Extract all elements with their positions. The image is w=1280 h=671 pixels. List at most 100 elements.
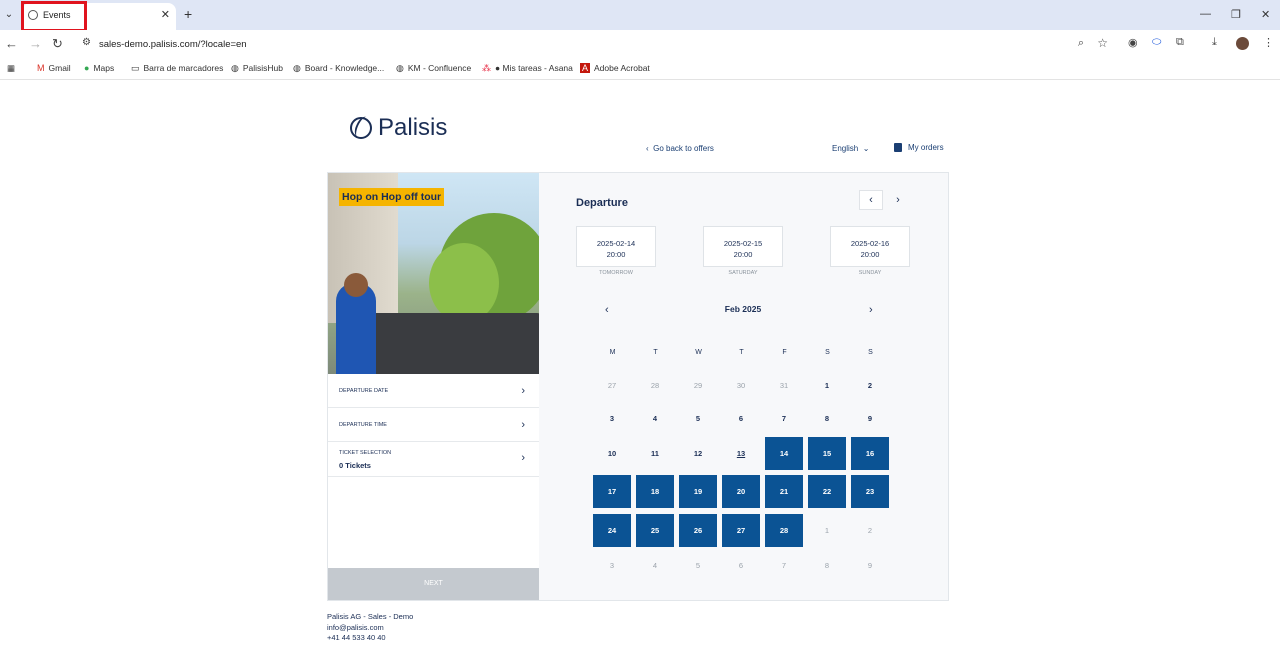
calendar-day-available[interactable]: 23	[851, 475, 889, 508]
departure-title: Departure	[576, 197, 628, 209]
calendar-day-available[interactable]: 28	[765, 514, 803, 547]
calendar-day: 13	[736, 449, 746, 458]
logo-text: Palisis	[378, 114, 448, 141]
menu-icon[interactable]: ⋮	[1263, 36, 1274, 49]
go-back-link[interactable]: ‹ Go back to offers	[646, 144, 714, 153]
palisis-icon: ◍	[293, 63, 301, 73]
calendar-day: 6	[738, 414, 744, 423]
calendar-day: 1	[824, 381, 830, 390]
calendar-day: 9	[867, 561, 873, 570]
calendar-day-available[interactable]: 24	[593, 514, 631, 547]
new-tab-button[interactable]: +	[184, 6, 192, 22]
quick-date-option[interactable]: 2025-02-16 20:00	[830, 226, 910, 267]
confluence-icon: ◍	[396, 63, 404, 73]
profile-avatar[interactable]	[1236, 37, 1249, 50]
month-title: Feb 2025	[724, 304, 762, 314]
bookmark-confluence[interactable]: ◍ KM - Confluence	[396, 63, 471, 74]
calendar-day: 8	[824, 414, 830, 423]
weekday-header: W	[695, 349, 702, 356]
back-button[interactable]: ←	[5, 36, 18, 51]
calendar-day-available[interactable]: 22	[808, 475, 846, 508]
quick-date-label: TOMORROW	[599, 270, 633, 276]
weekday-header: S	[868, 349, 873, 356]
calendar-day: 31	[779, 381, 789, 390]
language-select[interactable]: English ⌄	[832, 144, 869, 153]
extensions-puzzle-icon[interactable]: ⧉	[1176, 36, 1184, 49]
acrobat-icon: A	[580, 63, 591, 73]
calendar-day: 29	[693, 381, 703, 390]
calendar-day-available[interactable]: 19	[679, 475, 717, 508]
apps-icon[interactable]: ▦	[7, 63, 15, 74]
calendar-day-available[interactable]: 21	[765, 475, 803, 508]
bookmark-maps[interactable]: ● Maps	[84, 63, 114, 73]
prev-month-button[interactable]: ‹	[605, 304, 609, 316]
bookmark-gmail[interactable]: M Gmail	[37, 63, 71, 73]
calendar-day-available[interactable]: 17	[593, 475, 631, 508]
calendar-day: 2	[867, 526, 873, 535]
tab-highlight-box	[21, 1, 87, 32]
departure-time-row[interactable]: DEPARTURE TIME ›	[328, 408, 539, 442]
offer-title-badge: Hop on Hop off tour	[339, 188, 445, 206]
bookmark-star-icon[interactable]: ☆	[1097, 36, 1108, 50]
calendar-day: 12	[693, 449, 703, 458]
next-button[interactable]: NEXT	[328, 568, 539, 600]
calendar-day: 5	[695, 414, 701, 423]
weekday-header: S	[825, 349, 830, 356]
bookmark-palisishub[interactable]: ◍ PalisisHub	[231, 63, 283, 74]
calendar-day: 11	[651, 449, 659, 458]
calendar-day: 1	[824, 526, 830, 535]
quick-dates-next-button[interactable]: ›	[890, 190, 906, 210]
extension-icon-2[interactable]: ⬭	[1152, 36, 1161, 49]
bookmark-acrobat[interactable]: A Adobe Acrobat	[580, 63, 650, 73]
browser-toolbar: ← → ↻ ⚙ sales-demo.palisis.com/?locale=e…	[0, 30, 1280, 58]
calendar-day-available[interactable]: 14	[765, 437, 803, 470]
extension-icon[interactable]: ◉	[1128, 36, 1138, 49]
lock-icon	[894, 143, 902, 153]
calendar-day: 6	[738, 561, 744, 570]
maps-icon: ●	[84, 63, 90, 73]
address-bar[interactable]: ⚙ sales-demo.palisis.com/?locale=en ⌕ ☆	[76, 32, 1122, 56]
close-tab-icon[interactable]: ✕	[161, 8, 170, 21]
palisis-logo[interactable]: Palisis	[336, 100, 462, 160]
offer-panel: Hop on Hop off tour DEPARTURE DATE › DEP…	[328, 173, 539, 600]
calendar-day: 7	[781, 561, 787, 570]
bookmark-asana[interactable]: ⁂ ● Mis tareas - Asana	[482, 63, 573, 74]
minimize-button[interactable]: —	[1200, 8, 1211, 20]
quick-dates-prev-button[interactable]: ‹	[859, 190, 883, 210]
close-window-button[interactable]: ✕	[1261, 8, 1270, 21]
download-icon[interactable]: ⤓	[1212, 36, 1217, 49]
footer: Palisis AG - Sales - Demo info@palisis.c…	[327, 612, 413, 644]
calendar-day-available[interactable]: 27	[722, 514, 760, 547]
tab-strip: ⌄ Events ✕ + — ❐ ✕	[0, 0, 1280, 32]
next-month-button[interactable]: ›	[869, 304, 873, 316]
calendar-day-available[interactable]: 16	[851, 437, 889, 470]
footer-email[interactable]: info@palisis.com	[327, 623, 413, 634]
quick-date-option[interactable]: 2025-02-14 20:00	[576, 226, 656, 267]
calendar-day-available[interactable]: 15	[808, 437, 846, 470]
ticket-selection-row[interactable]: TICKET SELECTION 0 Tickets ›	[328, 442, 539, 477]
quick-date-option[interactable]: 2025-02-15 20:00	[703, 226, 783, 267]
calendar-day-available[interactable]: 26	[679, 514, 717, 547]
calendar-day: 30	[736, 381, 746, 390]
calendar-day-available[interactable]: 25	[636, 514, 674, 547]
calendar-day: 28	[650, 381, 660, 390]
calendar-day: 4	[652, 561, 658, 570]
bookmark-folder[interactable]: ▭ Barra de marcadores	[131, 63, 223, 74]
zoom-icon[interactable]: ⌕	[1078, 37, 1084, 50]
chevron-right-icon: ›	[521, 419, 525, 431]
gmail-icon: M	[37, 63, 45, 73]
weekday-header: F	[782, 349, 787, 356]
calendar-day: 4	[652, 414, 658, 423]
reload-button[interactable]: ↻	[52, 36, 63, 52]
calendar-day-available[interactable]: 18	[636, 475, 674, 508]
calendar-day: 7	[781, 414, 787, 423]
calendar-day: 3	[609, 414, 615, 423]
site-settings-icon[interactable]: ⚙	[82, 37, 91, 48]
forward-button[interactable]: →	[29, 36, 42, 51]
restore-button[interactable]: ❐	[1231, 8, 1241, 21]
bookmark-board[interactable]: ◍ Board - Knowledge...	[293, 63, 384, 74]
calendar-day-available[interactable]: 20	[722, 475, 760, 508]
tab-search-button[interactable]: ⌄	[2, 7, 16, 23]
departure-date-row[interactable]: DEPARTURE DATE ›	[328, 374, 539, 408]
my-orders-link[interactable]: My orders	[894, 143, 944, 153]
